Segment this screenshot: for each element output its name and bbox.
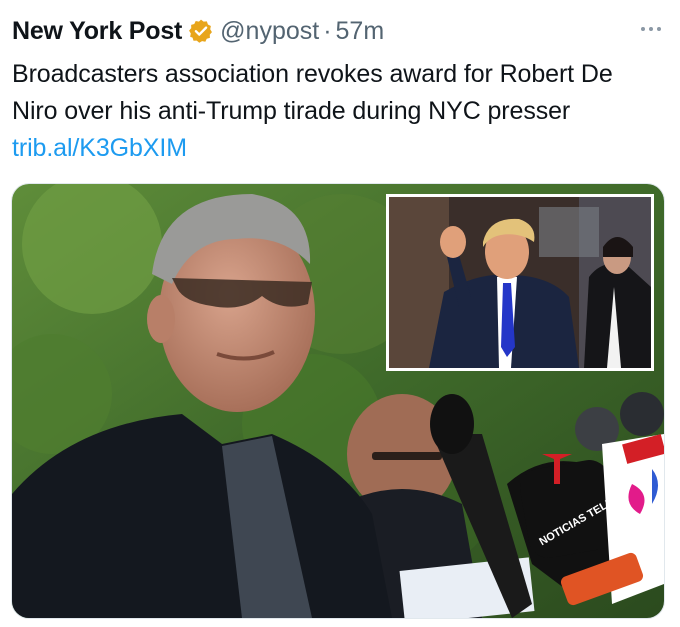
tweet-header: New York Post @nypost · 57m (12, 14, 666, 48)
verified-badge-icon[interactable] (188, 18, 214, 44)
photo-illustration: NOTICIAS TELEMUNDO (12, 184, 664, 618)
author-handle[interactable]: @nypost (220, 17, 319, 46)
more-options-icon[interactable] (636, 18, 666, 40)
tweet-photo[interactable]: NOTICIAS TELEMUNDO (11, 183, 665, 619)
timestamp[interactable]: 57m (336, 17, 385, 46)
author-name[interactable]: New York Post (12, 17, 182, 46)
tweet-body: Broadcasters association revokes award f… (12, 60, 613, 125)
separator-dot: · (323, 16, 332, 45)
tweet-link[interactable]: trib.al/K3GbXIM (12, 134, 187, 162)
tweet-text: Broadcasters association revokes award f… (12, 56, 662, 167)
